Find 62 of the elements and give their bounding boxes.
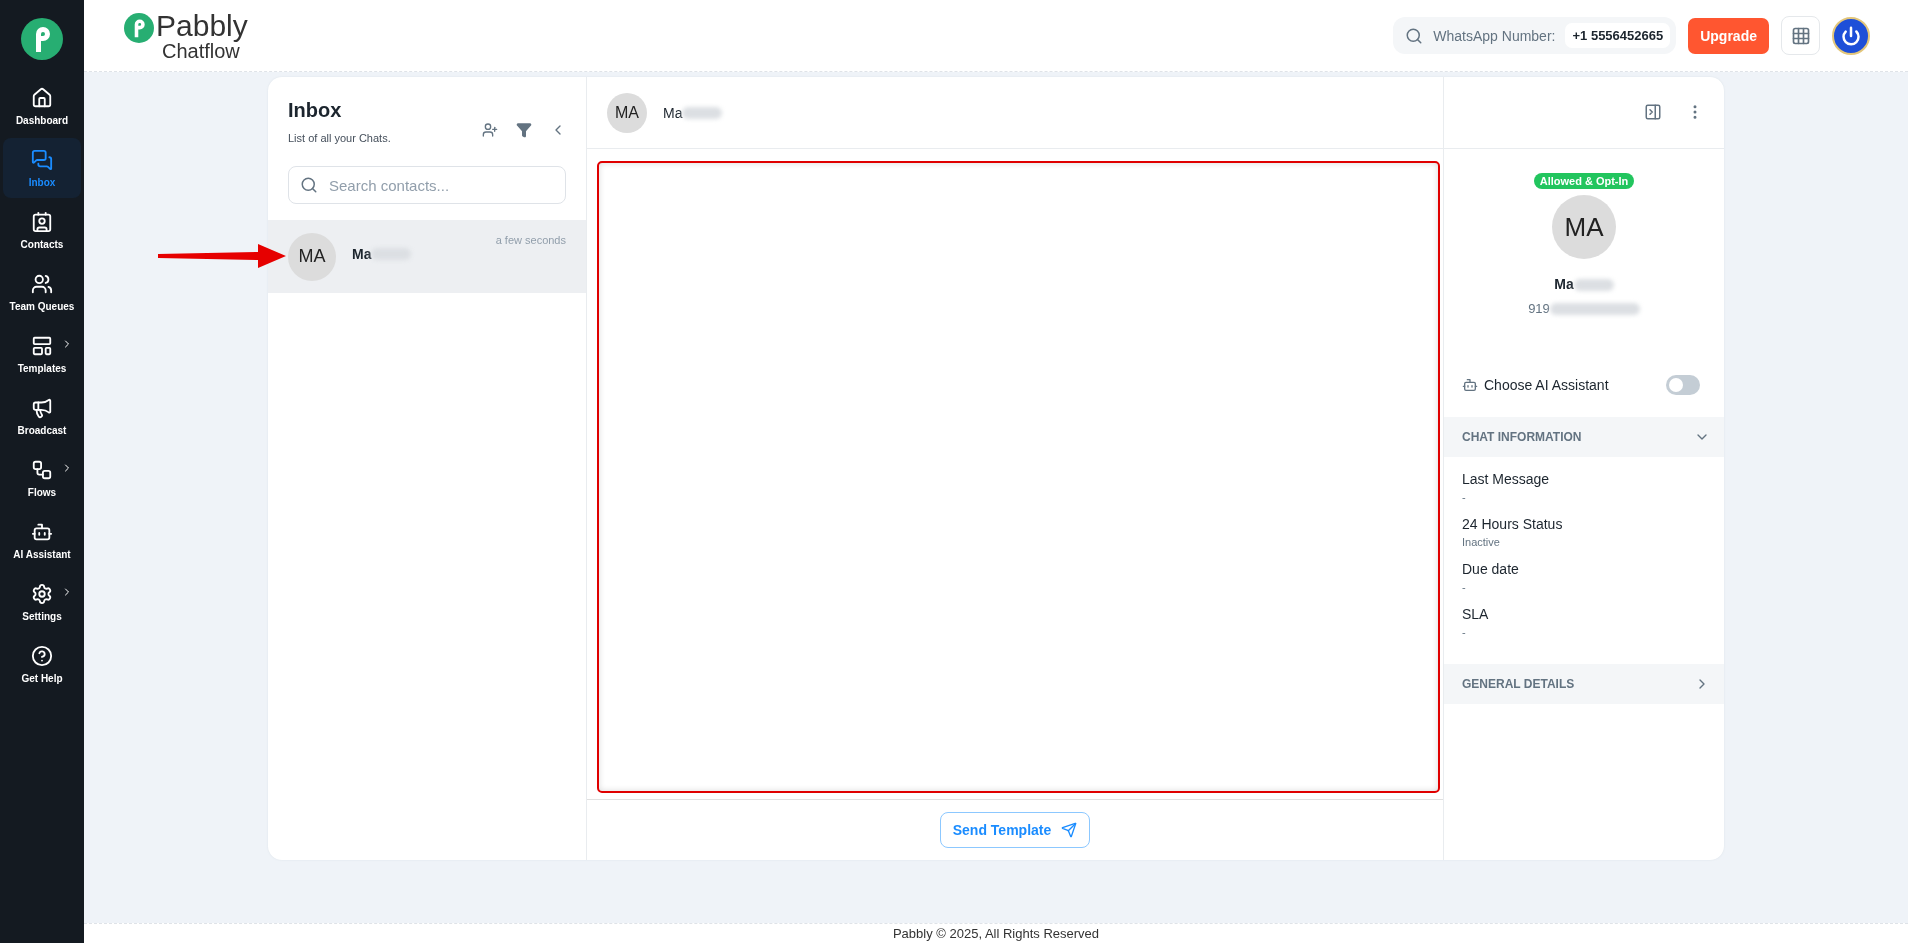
sidebar-item[interactable]: Broadcast <box>3 386 81 446</box>
contact-name: Ma <box>663 104 683 121</box>
filter-icon[interactable] <box>516 121 532 138</box>
field-value: - <box>1462 491 1467 503</box>
grid-icon <box>1790 25 1811 46</box>
chat-list-item[interactable]: MA Ma a few seconds <box>268 220 586 293</box>
nav-icon <box>31 644 53 667</box>
field-label: Due date <box>1462 561 1520 577</box>
contact-name: Ma <box>352 245 372 262</box>
apps-grid-button[interactable] <box>1781 16 1820 55</box>
nav-icon <box>31 210 53 233</box>
chat-time: a few seconds <box>495 234 566 246</box>
sidebar-item[interactable]: Contacts <box>3 200 81 260</box>
ai-assistant-label: Choose AI Assistant <box>1484 377 1609 393</box>
search-field[interactable]: Search contacts... <box>288 166 566 204</box>
nav-icon <box>31 86 53 109</box>
sidebar-item[interactable]: Dashboard <box>3 76 81 136</box>
redaction-blur <box>1573 278 1614 291</box>
sidebar-item[interactable]: Flows <box>3 448 81 508</box>
search-icon <box>300 176 318 194</box>
panel-toggle-icon[interactable] <box>1644 103 1662 121</box>
account-avatar[interactable] <box>1832 16 1870 55</box>
sidebar-item[interactable]: Team Queues <box>3 262 81 322</box>
opt-in-badge: Allowed & Opt-In <box>1533 173 1635 189</box>
contact-avatar: MA <box>288 232 336 281</box>
sidebar-item[interactable]: Templates <box>3 324 81 384</box>
sidebar-item[interactable]: Settings <box>3 572 81 632</box>
whatsapp-label: WhatsApp Number: <box>1433 27 1556 44</box>
field-value: Inactive <box>1462 536 1501 548</box>
field-label: SLA <box>1462 606 1490 622</box>
nav-icon <box>31 582 53 605</box>
sidebar-item[interactable]: Inbox <box>3 138 81 198</box>
logo-icon <box>124 12 154 43</box>
nav-icon <box>31 334 53 357</box>
nav-icon <box>31 396 53 419</box>
power-icon <box>1841 25 1861 46</box>
redaction-blur <box>682 107 723 120</box>
field-value: - <box>1462 581 1467 593</box>
footer-text: Pabbly © 2025, All Rights Reserved <box>84 923 1908 943</box>
field-label: 24 Hours Status <box>1462 516 1564 532</box>
contact-avatar: MA <box>1552 195 1616 259</box>
nav-icon <box>31 148 53 171</box>
search-icon <box>1405 26 1424 45</box>
ai-assistant-switch[interactable] <box>1666 375 1700 395</box>
section-header[interactable]: CHAT INFORMATION <box>1444 417 1724 457</box>
logo-icon <box>21 18 63 60</box>
field-label: Last Message <box>1462 471 1551 487</box>
sidebar-item[interactable]: AI Assistant <box>3 510 81 570</box>
whatsapp-number: +1 5556452665 <box>1565 23 1671 48</box>
field-value: - <box>1462 626 1467 638</box>
assign-user-icon[interactable] <box>482 121 498 138</box>
contact-name: Ma <box>1554 276 1574 292</box>
robot-icon <box>1462 377 1478 393</box>
nav-icon <box>31 272 53 295</box>
inbox-title: Inbox <box>288 99 343 122</box>
contact-avatar: MA <box>607 92 647 133</box>
contact-phone: 919 <box>1528 301 1550 316</box>
inbox-subtitle: List of all your Chats. <box>288 132 392 144</box>
section-header[interactable]: GENERAL DETAILS <box>1444 664 1724 704</box>
sidebar-item[interactable]: Get Help <box>3 634 81 694</box>
send-icon <box>1061 822 1078 838</box>
nav-icon <box>31 458 53 481</box>
